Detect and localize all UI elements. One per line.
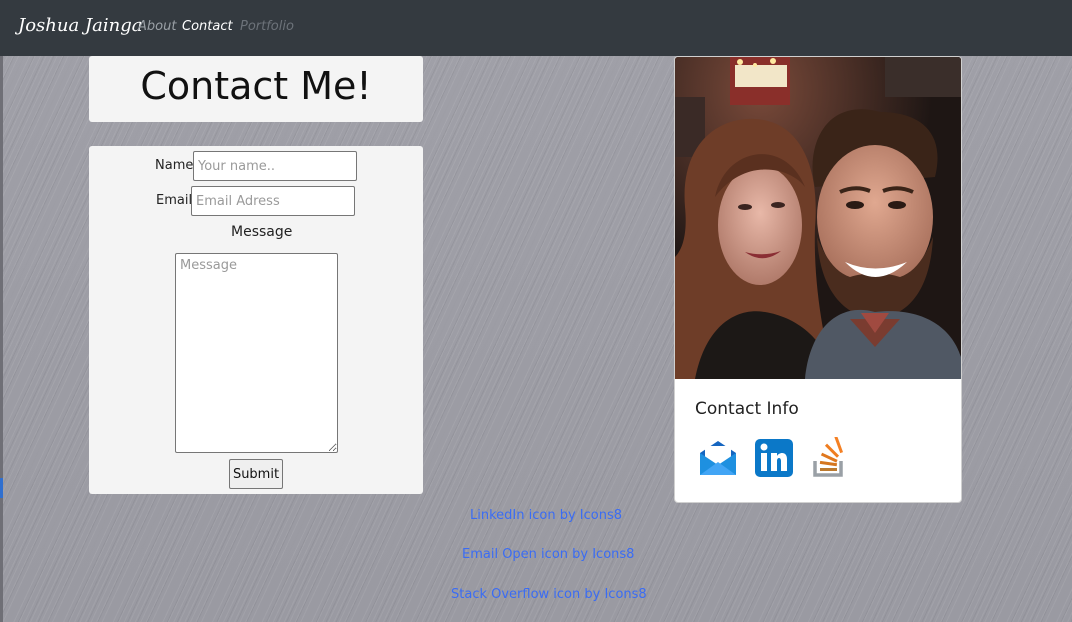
name-input[interactable] xyxy=(193,151,357,181)
email-input[interactable] xyxy=(191,186,355,216)
stack-overflow-icon[interactable] xyxy=(809,436,851,479)
brand-link[interactable]: Joshua Jainga xyxy=(18,15,142,36)
left-edge-marker xyxy=(0,478,3,498)
contact-info-title: Contact Info xyxy=(695,399,799,419)
nav-link-contact[interactable]: Contact xyxy=(182,19,233,34)
linkedin-icon[interactable] xyxy=(753,437,795,479)
message-textarea[interactable] xyxy=(175,253,338,453)
stack-overflow-credit-link[interactable]: Stack Overflow icon by Icons8 xyxy=(451,587,647,602)
linkedin-credit-link[interactable]: LinkedIn icon by Icons8 xyxy=(470,508,622,523)
left-edge-strip xyxy=(0,56,3,622)
nav-link-about[interactable]: About xyxy=(138,19,176,34)
contact-form: Name Email Message Submit xyxy=(89,146,423,494)
email-label: Email xyxy=(156,193,193,208)
email-credit-link[interactable]: Email Open icon by Icons8 xyxy=(462,547,634,562)
name-label: Name xyxy=(155,158,194,173)
page-title: Contact Me! xyxy=(140,64,372,108)
profile-photo xyxy=(675,57,961,379)
navbar: Joshua Jainga About Contact Portfolio xyxy=(0,0,1072,56)
email-open-icon[interactable] xyxy=(697,437,739,479)
title-card: Contact Me! xyxy=(89,56,423,122)
submit-button[interactable]: Submit xyxy=(229,459,283,489)
nav-link-portfolio[interactable]: Portfolio xyxy=(240,19,294,34)
message-label: Message xyxy=(231,224,293,240)
profile-card: Contact Info xyxy=(674,56,962,503)
